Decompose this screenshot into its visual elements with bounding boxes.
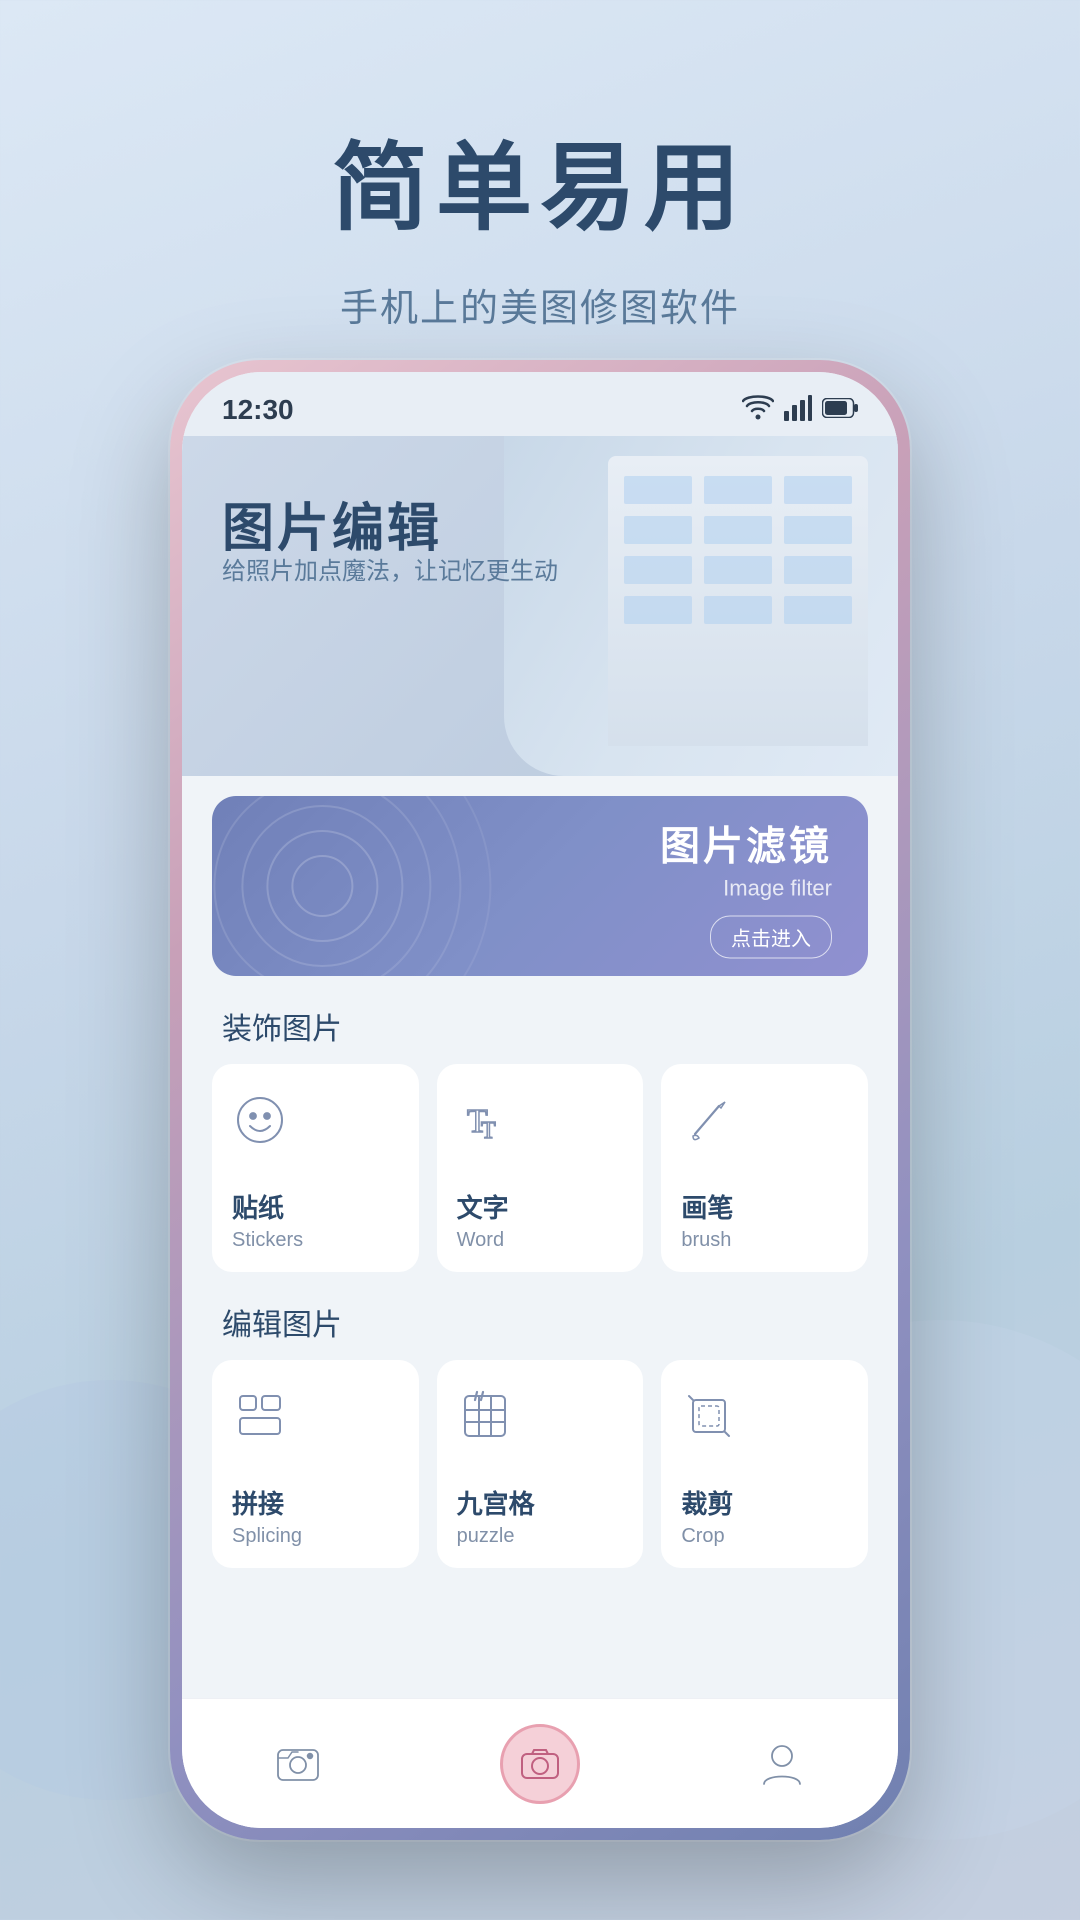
window-pane (784, 556, 852, 584)
splice-icon (232, 1388, 288, 1444)
decorate-tools-grid: 贴纸 Stickers T T 文字 Word (182, 1064, 898, 1272)
phone-hero-title: 图片编辑 (222, 486, 442, 561)
grid-icon (457, 1388, 513, 1444)
sticker-name-zh: 贴纸 (232, 1188, 284, 1225)
photo-nav-icon (268, 1734, 328, 1794)
window-pane (784, 516, 852, 544)
bottom-nav (182, 1698, 898, 1827)
window-pane (624, 556, 692, 584)
building-windows (608, 456, 868, 644)
phone-outer: 12:30 (170, 360, 910, 1840)
window-pane (704, 556, 772, 584)
phone-mockup: 12:30 (170, 360, 910, 1840)
window-pane (784, 476, 852, 504)
filter-enter-button[interactable]: 点击进入 (710, 916, 832, 959)
building-body (608, 456, 868, 746)
filter-waves-decoration (212, 796, 573, 976)
window-pane (704, 516, 772, 544)
battery-icon (822, 398, 858, 423)
grid-name-zh: 九宫格 (457, 1484, 535, 1521)
svg-text:T: T (481, 1118, 496, 1144)
wifi-icon (742, 395, 774, 426)
nav-item-camera[interactable] (500, 1724, 580, 1804)
sticker-icon (232, 1092, 288, 1148)
hero-title: 简单易用 (0, 110, 1080, 249)
window-pane (704, 596, 772, 624)
edit-tools-grid: 拼接 Splicing (182, 1360, 898, 1568)
tool-card-sticker[interactable]: 贴纸 Stickers (212, 1064, 419, 1272)
status-icons (742, 395, 858, 426)
crop-name-zh: 裁剪 (681, 1484, 733, 1521)
signal-icon (784, 395, 812, 426)
phone-hero-subtitle: 给照片加点魔法，让记忆更生动 (222, 551, 558, 586)
crop-icon (681, 1388, 737, 1444)
section-label-decorate: 装饰图片 (182, 976, 898, 1064)
splice-name-en: Splicing (232, 1525, 302, 1548)
window-pane (624, 476, 692, 504)
text-icon: T T (457, 1092, 513, 1148)
nav-item-person[interactable] (752, 1734, 812, 1794)
window-pane (784, 596, 852, 624)
filter-card-content: 图片滤镜 Image filter 点击进入 (660, 814, 832, 959)
filter-title-en: Image filter (660, 876, 832, 902)
tool-card-crop[interactable]: 裁剪 Crop (661, 1360, 868, 1568)
text-name-zh: 文字 (457, 1188, 509, 1225)
building-photo (504, 436, 898, 776)
sticker-name-en: Stickers (232, 1229, 303, 1252)
tool-card-brush[interactable]: 画笔 brush (661, 1064, 868, 1272)
status-time: 12:30 (222, 394, 294, 426)
hero-subtitle: 手机上的美图修图软件 (0, 277, 1080, 332)
brush-name-zh: 画笔 (681, 1188, 733, 1225)
tool-card-text[interactable]: T T 文字 Word (437, 1064, 644, 1272)
nav-item-photo[interactable] (268, 1734, 328, 1794)
phone-content: 图片编辑 给照片加点魔法，让记忆更生动 图片滤镜 Im (182, 436, 898, 1827)
status-bar: 12:30 (182, 372, 898, 436)
filter-title-zh: 图片滤镜 (660, 814, 832, 872)
person-nav-icon (752, 1734, 812, 1794)
brush-icon (681, 1092, 737, 1148)
tool-card-grid[interactable]: 九宫格 puzzle (437, 1360, 644, 1568)
window-pane (624, 596, 692, 624)
phone-inner: 12:30 (182, 372, 898, 1828)
hero-section: 简单易用 手机上的美图修图软件 (0, 0, 1080, 392)
filter-card[interactable]: 图片滤镜 Image filter 点击进入 (212, 796, 868, 976)
window-pane (624, 516, 692, 544)
phone-hero-banner: 图片编辑 给照片加点魔法，让记忆更生动 (182, 436, 898, 776)
splice-name-zh: 拼接 (232, 1484, 284, 1521)
crop-name-en: Crop (681, 1525, 724, 1548)
text-name-en: Word (457, 1229, 504, 1252)
window-pane (704, 476, 772, 504)
tool-card-splice[interactable]: 拼接 Splicing (212, 1360, 419, 1568)
brush-name-en: brush (681, 1229, 731, 1252)
grid-name-en: puzzle (457, 1525, 515, 1548)
section-label-edit: 编辑图片 (182, 1272, 898, 1360)
camera-nav-icon (500, 1724, 580, 1804)
